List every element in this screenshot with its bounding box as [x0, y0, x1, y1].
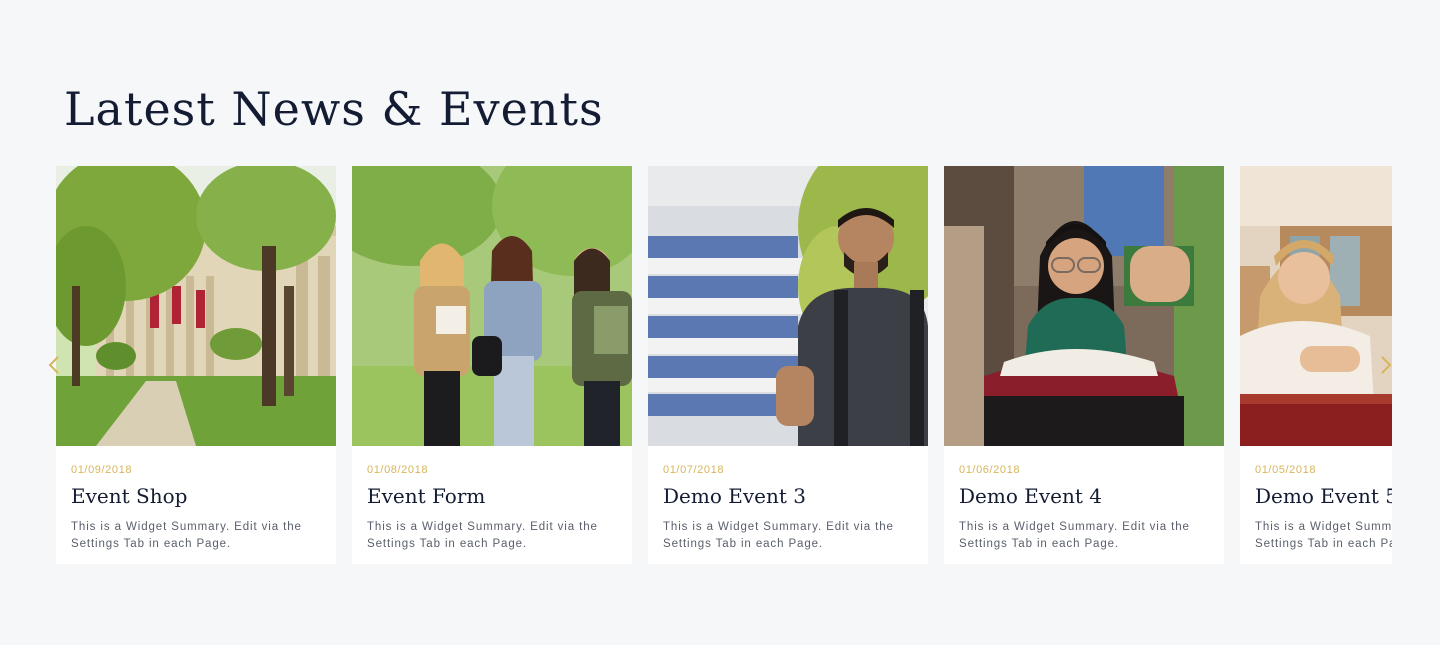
card-date: 01/05/2018	[1255, 464, 1317, 476]
news-card[interactable]: 01/07/2018 Demo Event 3 This is a Widget…	[648, 166, 928, 564]
card-title[interactable]: Demo Event 5	[1255, 483, 1392, 509]
card-title[interactable]: Demo Event 4	[959, 483, 1209, 509]
carousel-prev-button[interactable]	[46, 352, 62, 378]
card-title[interactable]: Demo Event 3	[663, 483, 913, 509]
card-image[interactable]	[648, 166, 928, 446]
card-title[interactable]: Event Form	[367, 483, 617, 509]
news-card[interactable]: 01/05/2018 Demo Event 5 This is a Widget…	[1240, 166, 1392, 564]
chevron-left-icon	[48, 356, 59, 374]
student-reading-image	[944, 166, 1224, 446]
card-summary: This is a Widget Summary. Edit via the S…	[71, 521, 302, 550]
card-summary: This is a Widget Summary. Edit via the S…	[367, 521, 598, 550]
card-image[interactable]	[1240, 166, 1392, 446]
card-date: 01/06/2018	[959, 464, 1021, 476]
news-carousel[interactable]: 01/09/2018 Event Shop This is a Widget S…	[56, 166, 1392, 566]
carousel-next-button[interactable]	[1378, 352, 1394, 378]
card-image[interactable]	[944, 166, 1224, 446]
card-summary: This is a Widget Summary. Edit via the S…	[1255, 521, 1392, 550]
card-date: 01/09/2018	[71, 464, 133, 476]
card-date: 01/08/2018	[367, 464, 429, 476]
student-backpack-image	[648, 166, 928, 446]
campus-building-image	[56, 166, 336, 446]
section-title: Latest News & Events	[64, 82, 604, 136]
card-date: 01/07/2018	[663, 464, 725, 476]
card-summary: This is a Widget Summary. Edit via the S…	[663, 521, 894, 550]
card-summary: This is a Widget Summary. Edit via the S…	[959, 521, 1190, 550]
chevron-right-icon	[1381, 356, 1392, 374]
news-card[interactable]: 01/09/2018 Event Shop This is a Widget S…	[56, 166, 336, 564]
carousel-track: 01/09/2018 Event Shop This is a Widget S…	[56, 166, 1392, 566]
card-image[interactable]	[352, 166, 632, 446]
card-image[interactable]	[56, 166, 336, 446]
news-card[interactable]: 01/08/2018 Event Form This is a Widget S…	[352, 166, 632, 564]
student-classroom-image	[1240, 166, 1392, 446]
students-walking-image	[352, 166, 632, 446]
news-card[interactable]: 01/06/2018 Demo Event 4 This is a Widget…	[944, 166, 1224, 564]
card-title[interactable]: Event Shop	[71, 483, 321, 509]
